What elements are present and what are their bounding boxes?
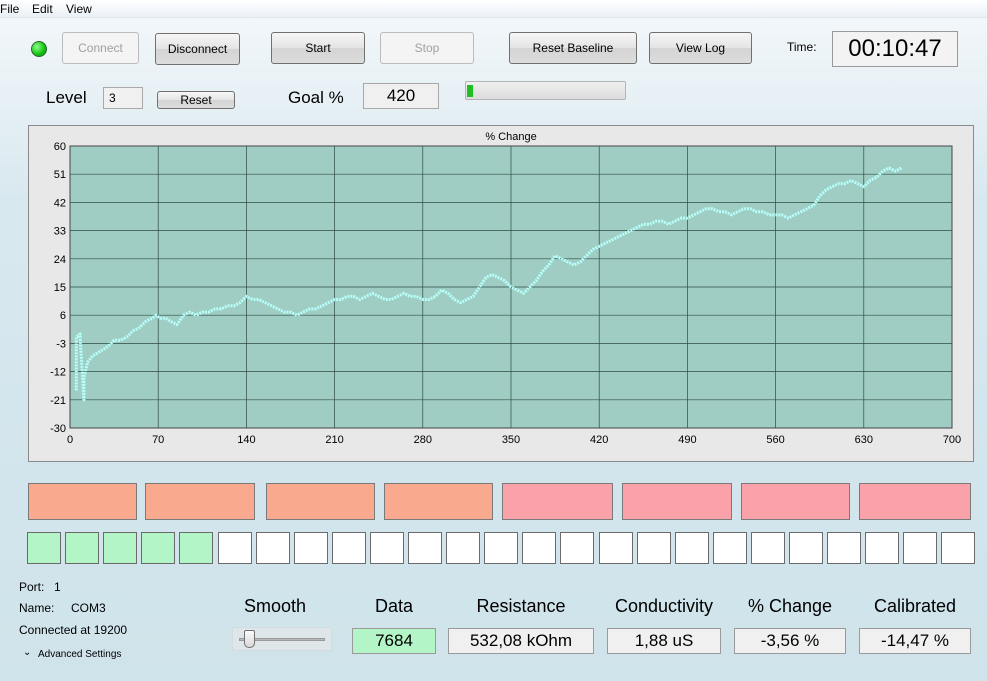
x-tick-label: 70 [152, 434, 164, 446]
progress-indicator-square [712, 532, 747, 564]
chevron-double-down-icon[interactable]: ⌄ [23, 647, 31, 658]
percent-change-value: -3,56 % [734, 628, 846, 654]
level-indicator-block [741, 483, 850, 520]
name-label: Name: [19, 601, 55, 615]
connection-speed-text: Connected at 19200 [19, 623, 128, 637]
connect-button[interactable]: Connect [62, 32, 139, 64]
y-tick-label: 15 [54, 282, 66, 294]
progress-indicator-square [636, 532, 671, 564]
smooth-slider-thumb[interactable] [243, 630, 255, 648]
level-indicator-block [384, 483, 493, 520]
progress-indicator-square [903, 532, 938, 564]
menu-edit[interactable]: Edit [32, 2, 53, 16]
calibrated-label: Calibrated [873, 596, 957, 616]
x-tick-label: 560 [766, 434, 784, 446]
menu-file[interactable]: File [0, 2, 19, 16]
goal-label: Goal % [288, 88, 344, 107]
percent-change-label: % Change [747, 596, 833, 616]
y-tick-label: -12 [50, 367, 66, 379]
y-tick-label: -30 [50, 423, 66, 435]
disconnect-button[interactable]: Disconnect [155, 33, 240, 65]
level-label: Level [46, 88, 87, 107]
level-input[interactable]: 3 [103, 87, 143, 109]
progress-indicator-square [255, 532, 290, 564]
progress-indicator-square [179, 532, 214, 564]
progress-indicator-square [827, 532, 862, 564]
smooth-slider[interactable] [232, 627, 332, 651]
resistance-label: Resistance [476, 596, 566, 616]
progress-indicator-square [522, 532, 557, 564]
progress-indicator-square [598, 532, 633, 564]
progress-indicator-square [369, 532, 404, 564]
stop-button[interactable]: Stop [380, 32, 474, 64]
x-tick-label: 420 [590, 434, 608, 446]
port-name-value: COM3 [71, 601, 106, 615]
conductivity-value: 1,88 uS [607, 628, 721, 654]
calibrated-value: -14,47 % [859, 628, 971, 654]
percent-change-chart: % Change 0 70 140 210 280 350 420 490 560 630 700 60… [50, 131, 961, 446]
level-indicator-block [28, 483, 137, 520]
port-label: Port: [19, 580, 45, 594]
progress-indicator-square [408, 532, 442, 564]
chart-title: % Change [485, 131, 536, 143]
level-reset-button[interactable]: Reset [157, 91, 235, 109]
progress-indicator-square [789, 532, 823, 564]
x-tick-label: 350 [502, 434, 520, 446]
progress-indicator-square [103, 532, 138, 564]
view-log-button[interactable]: View Log [649, 32, 752, 64]
progress-indicator-square [484, 532, 519, 564]
progress-indicator-square [331, 532, 366, 564]
elapsed-time-display: 00:10:47 [832, 31, 958, 67]
goal-value-field[interactable]: 420 [363, 83, 439, 109]
progress-indicator-square [750, 532, 785, 564]
y-tick-label: 33 [54, 226, 66, 238]
data-label: Data [374, 596, 414, 616]
conductivity-label: Conductivity [614, 596, 714, 616]
x-tick-label: 0 [67, 434, 73, 446]
x-tick-label: 280 [414, 434, 432, 446]
x-tick-label: 210 [325, 434, 343, 446]
goal-progress-fill [467, 85, 473, 97]
menu-view[interactable]: View [66, 2, 92, 16]
progress-indicator-square [865, 532, 900, 564]
y-tick-label: 6 [60, 310, 66, 322]
y-tick-label: 24 [54, 254, 66, 266]
level-indicator-block [145, 483, 255, 520]
data-value: 7684 [352, 628, 436, 654]
x-tick-label: 140 [237, 434, 255, 446]
y-tick-label: 60 [54, 141, 66, 153]
y-tick-label: -3 [56, 338, 66, 350]
level-indicator-block [622, 483, 732, 520]
y-tick-label: 42 [54, 197, 66, 209]
advanced-settings-toggle[interactable]: Advanced Settings [38, 649, 121, 660]
reset-baseline-button[interactable]: Reset Baseline [509, 32, 637, 64]
menu-bar: File Edit View [0, 0, 987, 18]
port-value: 1 [54, 580, 61, 594]
progress-indicator-square [446, 532, 481, 564]
progress-indicator-square [65, 532, 100, 564]
level-indicator-block [859, 483, 971, 520]
connection-status-led-icon [31, 41, 47, 57]
x-tick-label: 630 [855, 434, 873, 446]
progress-indicator-square [560, 532, 595, 564]
level-indicator-block [266, 483, 375, 520]
progress-indicator-square [674, 532, 709, 564]
y-tick-label: -21 [50, 395, 66, 407]
progress-indicator-square [941, 532, 976, 564]
resistance-value: 532,08 kOhm [448, 628, 594, 654]
progress-indicator-square [293, 532, 328, 564]
x-tick-label: 490 [678, 434, 696, 446]
goal-progress-bar [465, 81, 626, 100]
y-tick-label: 51 [54, 169, 66, 181]
progress-indicator-square [217, 532, 252, 564]
progress-indicator-square [27, 532, 61, 564]
smooth-label: Smooth [243, 596, 307, 616]
time-label: Time: [787, 40, 817, 54]
progress-indicator-square [141, 532, 176, 564]
percent-change-chart-panel: % Change 0 70 140 210 280 350 420 490 560 630 700 60… [28, 125, 974, 462]
start-button[interactable]: Start [271, 32, 365, 64]
level-indicator-block [502, 483, 613, 520]
x-tick-label: 700 [943, 434, 961, 446]
